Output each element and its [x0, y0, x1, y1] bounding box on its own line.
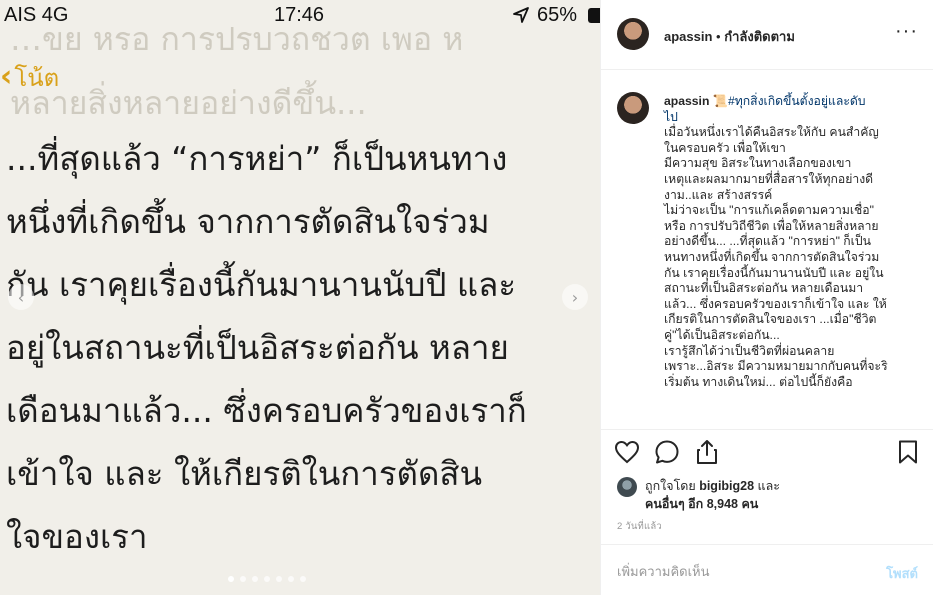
caption-line: ไม่ว่าจะเป็น "การแก้เคล็ดตามความเชื่อ": [664, 203, 874, 218]
more-options-icon[interactable]: ···: [895, 20, 918, 43]
carousel-dots: [228, 576, 306, 582]
caption-text: apassin 📜#ทุกสิ่งเกิดขึ้นตั้งอยู่และดับ …: [664, 94, 914, 390]
caption-line: เรารู้สึกได้ว่าเป็นชีวิตที่ผ่อนคลาย: [664, 343, 835, 358]
caption-author-avatar[interactable]: [617, 92, 649, 124]
carousel-dot: [276, 576, 282, 582]
location-arrow-icon: [513, 7, 529, 23]
comment-input[interactable]: [617, 561, 857, 581]
caption-line: อย่างดีขึ้น... ...ที่สุดแล้ว "การหย่า" ก…: [664, 234, 871, 249]
faded-note-text-mid: หลายสิ่งหลายอย่างดีขึ้น...: [10, 84, 367, 122]
carousel-dot: [300, 576, 306, 582]
note-line: ใจของเรา: [6, 517, 148, 556]
likes-line-1: ถูกใจโดย bigibig28 และ: [645, 476, 780, 496]
caption-line: มีความสุข อิสระในทางเลือกของเขา: [664, 156, 852, 171]
bookmark-icon[interactable]: [894, 438, 922, 466]
carousel-next-button[interactable]: ›: [562, 284, 588, 310]
caption-line: เริ่มต้น ทางเดินใหม่... ต่อไปนี้ก็ยังคือ: [664, 374, 853, 389]
note-line: กัน เราคุยเรื่องนี้กันมานานนับปี และ: [6, 265, 517, 304]
battery-percentage: 65%: [537, 4, 578, 26]
caption-line: งาม..และ สร้างสรรค์: [664, 187, 773, 202]
caption-area: apassin 📜#ทุกสิ่งเกิดขึ้นตั้งอยู่และดับ …: [601, 92, 933, 429]
others-likes-link[interactable]: คนอื่นๆ อีก 8,948 คน: [645, 497, 758, 511]
header-separator: •: [712, 29, 725, 44]
caption-line: หรือ การปรับวิถีชีวิต เพื่อให้หลายสิ่งหล…: [664, 218, 879, 233]
caption-line: เหตุและผลมากมายที่สื่อสารให้ทุกอย่างดี: [664, 171, 874, 186]
caption-line: หนทางหนึ่งที่เกิดขึ้น จากการตัดสินใจร่วม: [664, 249, 880, 264]
scroll-emoji-icon: 📜: [712, 94, 728, 108]
faded-note-text-top: …ขย หรอ การปรบวถชวต เพอ ห: [10, 20, 464, 58]
author-username-row: apassin • กำลังติดตาม: [664, 26, 795, 47]
likes-and: และ: [754, 479, 780, 493]
note-line: อยู่ในสถานะที่เป็นอิสระต่อกัน หลาย: [6, 328, 509, 367]
note-line: เดือนมาแล้ว... ซึ่งครอบครัวของเราก็: [6, 391, 527, 430]
likes-line-2: คนอื่นๆ อีก 8,948 คน: [645, 494, 758, 514]
chevron-right-icon: ›: [571, 287, 579, 307]
note-line: ...ที่สุดแล้ว “การหย่า” ก็เป็นหนทาง: [6, 139, 508, 178]
carousel-prev-button[interactable]: ‹: [8, 284, 34, 310]
carousel-dot: [228, 576, 234, 582]
caption-username[interactable]: apassin: [664, 94, 709, 108]
battery-icon: [588, 8, 600, 23]
caption-line: ในครอบครัว เพื่อให้เขา: [664, 140, 786, 155]
caption-line: เมื่อวันหนึ่งเราได้คืนอิสระให้กับ คนสำคั…: [664, 125, 879, 140]
carousel-dot: [288, 576, 294, 582]
note-body: ...ที่สุดแล้ว “การหย่า” ก็เป็นหนทาง หนึ่…: [6, 132, 600, 573]
post-comment-button[interactable]: โพสต์: [886, 563, 918, 584]
caption-line: เกียรติในการตัดสินใจของเรา ...เมื่อ"ชีวิ…: [664, 312, 877, 327]
comment-icon[interactable]: [653, 438, 681, 466]
note-line: หนึ่งที่เกิดขึ้น จากการตัดสินใจร่วม: [6, 202, 490, 241]
carousel-dot: [264, 576, 270, 582]
chevron-left-icon: ‹: [17, 287, 25, 307]
share-icon[interactable]: [693, 438, 721, 466]
author-username[interactable]: apassin: [664, 29, 712, 44]
caption-line: คู่"ได้เป็นอิสระต่อกัน...: [664, 327, 780, 342]
carousel-dot: [240, 576, 246, 582]
hashtag-link-cont[interactable]: ไป: [664, 110, 914, 126]
post-side-panel: apassin • กำลังติดตาม ··· apassin 📜#ทุกส…: [600, 0, 933, 595]
heart-icon[interactable]: [613, 438, 641, 466]
carousel-dot: [252, 576, 258, 582]
liked-by-prefix: ถูกใจโดย: [645, 479, 700, 493]
likes-summary: ถูกใจโดย bigibig28 และ คนอื่นๆ อีก 8,948…: [617, 474, 917, 514]
caption-line: เพราะ...อิสระ มีความหมายมากกับคนที่จะริ: [664, 359, 888, 374]
post-timestamp[interactable]: 2 วันที่แล้ว: [617, 519, 662, 534]
comment-form: โพสต์: [601, 544, 933, 595]
post-header: apassin • กำลังติดตาม ···: [601, 0, 933, 70]
post-actions: [601, 429, 933, 473]
hashtag-link[interactable]: #ทุกสิ่งเกิดขึ้นตั้งอยู่และดับ: [728, 94, 866, 108]
following-button[interactable]: กำลังติดตาม: [724, 29, 795, 44]
liker-avatar[interactable]: [617, 477, 637, 497]
caption-line: สถานะที่เป็นอิสระต่อกัน หลายเดือนมา: [664, 281, 864, 296]
caption-line: กัน เราคุยเรื่องนี้กันมานานนับปี และ อยู…: [664, 265, 884, 280]
post-photo[interactable]: AIS 4G 17:46 65% …ขย หรอ การปรบวถชวต เพอ…: [0, 0, 600, 595]
first-liker-username[interactable]: bigibig28: [699, 479, 754, 493]
note-line: เข้าใจ และ ให้เกียรติในการตัดสิน: [6, 454, 483, 493]
caption-line: แล้ว... ซึ่งครอบครัวของเราก็เข้าใจ และ ใ…: [664, 296, 887, 311]
author-avatar[interactable]: [617, 18, 649, 50]
